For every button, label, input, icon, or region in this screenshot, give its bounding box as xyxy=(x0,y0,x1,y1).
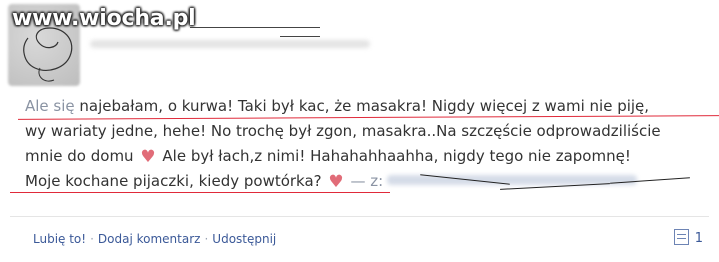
scratch-line xyxy=(280,36,320,37)
separator: · xyxy=(204,232,209,246)
message-text: mnie do domu xyxy=(25,147,134,165)
comment-count-button[interactable]: 1 xyxy=(673,229,703,246)
scratch-line xyxy=(190,27,320,28)
message-text: Moje kochane pijaczki, kiedy powtórka? xyxy=(25,172,322,190)
watermark-logo: www.wiocha.pl xyxy=(12,6,196,31)
comment-link[interactable]: Dodaj komentarz xyxy=(98,232,201,246)
heart-icon: ♥ xyxy=(140,147,156,167)
comment-count: 1 xyxy=(694,231,703,246)
post-message: Ale się najebałam, o kurwa! Taki był kac… xyxy=(25,94,705,194)
message-text: Ale był łach,z nimi! Hahahahhaahha, nigd… xyxy=(162,147,631,165)
facebook-post: www.wiocha.pl Ale się najebałam, o kurwa… xyxy=(0,0,719,262)
post-actions: Lubię to! · Dodaj komentarz · Udostępnij xyxy=(33,232,276,246)
message-text: Ale się xyxy=(25,97,75,115)
divider xyxy=(10,216,709,217)
message-line-4: Moje kochane pijaczki, kiedy powtórka? ♥… xyxy=(25,169,705,194)
annotation-underline xyxy=(10,192,390,193)
comment-icon xyxy=(673,229,689,245)
from-label: — z: xyxy=(350,172,384,190)
separator: · xyxy=(90,232,94,246)
like-link[interactable]: Lubię to! xyxy=(33,232,86,246)
heart-icon: ♥ xyxy=(328,172,344,192)
message-text: najebałam, o kurwa! Taki był kac, że mas… xyxy=(74,97,650,115)
message-line-2: wy wariaty jedne, hehe! No trochę był zg… xyxy=(25,122,661,140)
message-line-3: mnie do domu ♥ Ale był łach,z nimi! Haha… xyxy=(25,144,705,169)
author-name-blurred xyxy=(90,40,370,48)
share-link[interactable]: Udostępnij xyxy=(212,232,276,246)
